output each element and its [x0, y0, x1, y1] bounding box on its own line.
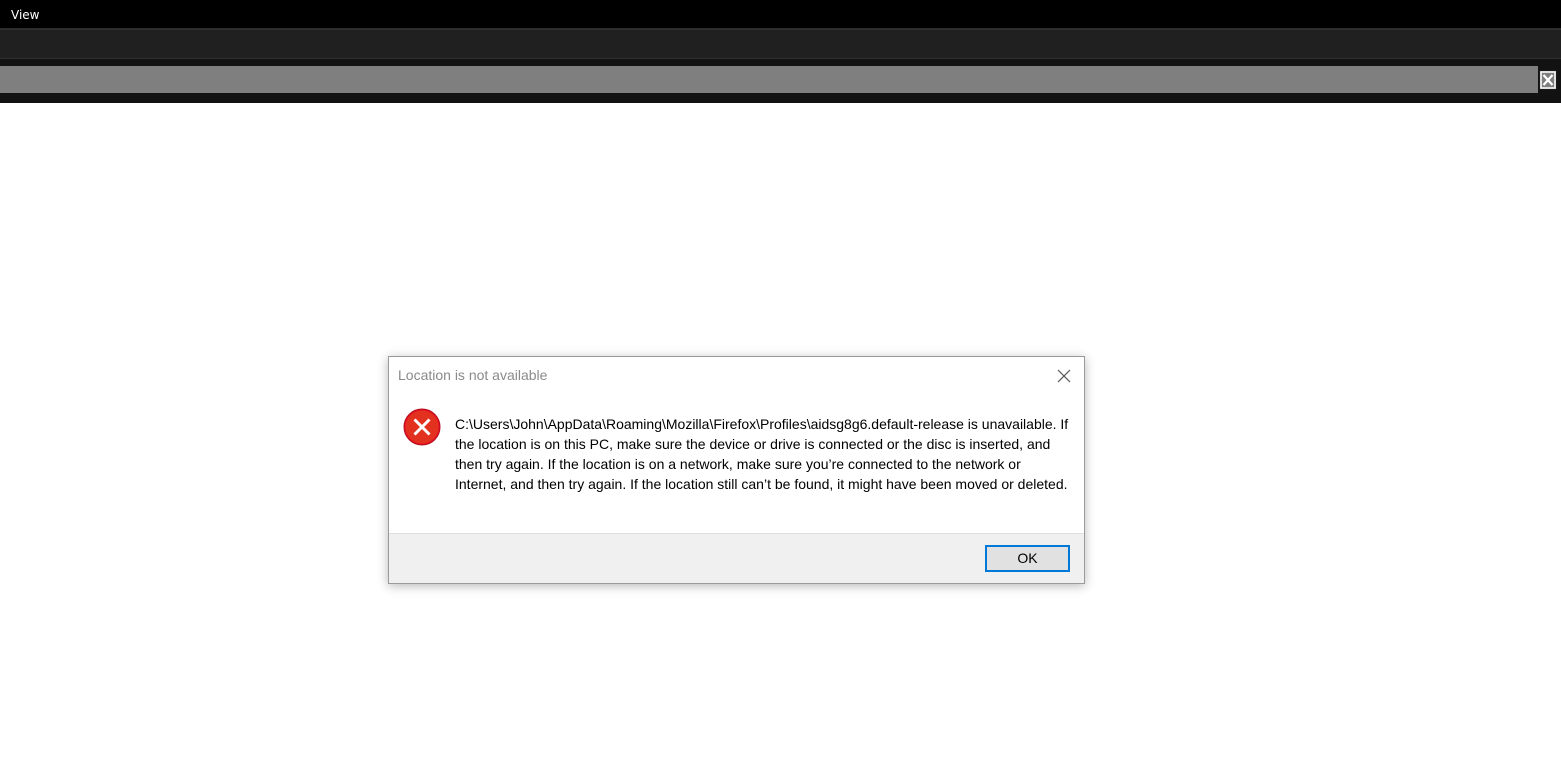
toolbar: [0, 29, 1561, 59]
close-icon: [1057, 369, 1071, 383]
error-icon: [403, 408, 441, 446]
menu-bar: View: [0, 0, 1561, 29]
error-dialog: Location is not available C:\Users\John\…: [388, 356, 1085, 584]
address-bar[interactable]: [0, 66, 1538, 93]
dialog-title: Location is not available: [398, 367, 548, 383]
dialog-footer: OK: [389, 533, 1084, 583]
address-bar-strip: [0, 59, 1561, 103]
dialog-message: C:\Users\John\AppData\Roaming\Mozilla\Fi…: [455, 416, 1069, 492]
ok-button[interactable]: OK: [985, 545, 1070, 572]
dialog-close-button[interactable]: [1049, 362, 1079, 390]
close-box-icon[interactable]: [1539, 70, 1557, 90]
menu-item-view[interactable]: View: [4, 4, 46, 26]
